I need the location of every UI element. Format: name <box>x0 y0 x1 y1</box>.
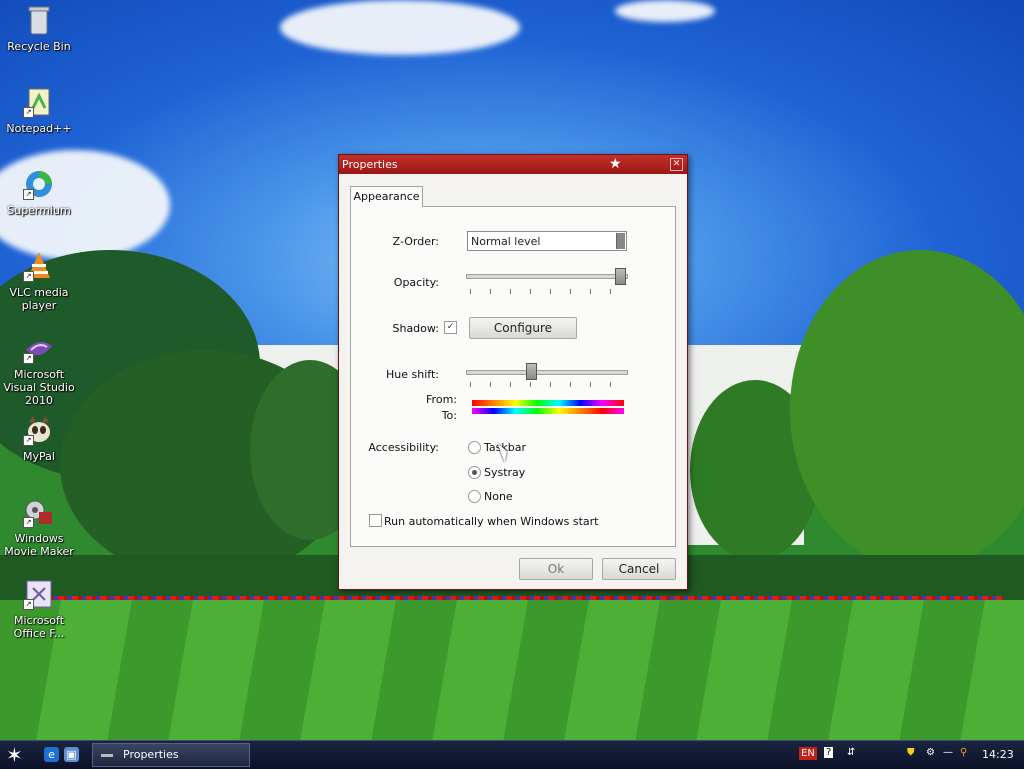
wallpaper-lawn <box>0 600 1024 745</box>
desktop-icon-label: Microsoft Visual Studio 2010 <box>3 368 75 407</box>
properties-dialog: Properties ★ ✕ Appearance Z-Order: Norma… <box>338 154 688 590</box>
dialog-titlebar[interactable]: Properties ★ ✕ <box>339 155 687 174</box>
desktop-icon-recycle-bin[interactable]: Recycle Bin <box>0 4 78 53</box>
supermium-icon: ↗ <box>23 168 55 200</box>
help-icon[interactable]: ? <box>824 747 834 758</box>
shortcut-arrow-icon: ↗ <box>23 271 34 282</box>
run-automatically-label[interactable]: Run automatically when Windows start <box>384 515 599 528</box>
security-shield-icon[interactable]: ⛊ <box>907 747 915 758</box>
network-icon[interactable]: ⇵ <box>847 747 855 758</box>
desktop-icon-label: MyPal <box>23 450 55 463</box>
ok-button[interactable]: Ok <box>519 558 593 580</box>
desktop-icon-label: Windows Movie Maker <box>4 532 74 558</box>
shadow-label: Shadow: <box>392 322 439 335</box>
shortcut-arrow-icon: ↗ <box>23 353 34 364</box>
star-icon[interactable]: ★ <box>609 156 622 172</box>
office-icon: ↗ <box>23 578 55 610</box>
dialog-client-area: Appearance Z-Order: Normal level Opacity… <box>339 174 687 589</box>
desktop-icon-label: Recycle Bin <box>7 40 71 53</box>
shortcut-arrow-icon: ↗ <box>23 107 34 118</box>
configure-button[interactable]: Configure <box>469 317 577 339</box>
opacity-slider-track[interactable] <box>466 274 628 279</box>
shortcut-arrow-icon: ↗ <box>23 435 34 446</box>
dialog-title: Properties <box>342 158 398 171</box>
desktop-icon-label: Supermium <box>7 204 71 217</box>
desktop-icon-vlc[interactable]: ↗ VLC media player <box>0 250 78 312</box>
internet-explorer-icon[interactable]: e <box>44 747 59 762</box>
desktop-icon-label: Notepad++ <box>6 122 72 135</box>
taskbar-window-title: Properties <box>123 748 179 761</box>
none-radio[interactable] <box>468 490 481 503</box>
start-button[interactable]: ✶ <box>6 743 23 767</box>
z-order-label: Z-Order: <box>392 235 439 248</box>
to-label: To: <box>441 409 457 422</box>
accessibility-label: Accessibility: <box>368 441 439 454</box>
desktop-icon-movie-maker[interactable]: ↗ Windows Movie Maker <box>0 496 78 558</box>
system-clock[interactable]: 14:23 <box>982 748 1014 761</box>
z-order-combobox[interactable]: Normal level <box>467 231 627 251</box>
shadow-checkbox[interactable]: ✓ <box>444 321 457 334</box>
shortcut-arrow-icon: ↗ <box>23 599 34 610</box>
none-radio-label[interactable]: None <box>484 490 513 503</box>
to-hue-gradient <box>472 408 624 414</box>
opacity-slider-ticks <box>470 289 625 294</box>
shortcut-arrow-icon: ↗ <box>23 189 34 200</box>
wallpaper-cloud <box>280 0 520 55</box>
desktop-icon-label: VLC media player <box>9 286 69 312</box>
recycle-bin-icon <box>23 4 55 36</box>
run-automatically-checkbox[interactable] <box>369 514 382 527</box>
close-button[interactable]: ✕ <box>670 158 683 171</box>
opacity-slider-thumb[interactable] <box>615 268 626 285</box>
desktop-icon-mypal[interactable]: ↗ MyPal <box>0 414 78 463</box>
cancel-button[interactable]: Cancel <box>602 558 676 580</box>
from-label: From: <box>426 393 457 406</box>
mypal-icon: ↗ <box>23 414 55 446</box>
desktop-icon-supermium[interactable]: ↗ Supermium <box>0 168 78 217</box>
wallpaper-cloud <box>615 0 715 22</box>
taskbar-window-button[interactable]: Properties <box>92 743 250 767</box>
hue-shift-slider-ticks <box>470 382 625 387</box>
desktop-icon-office[interactable]: ↗ Microsoft Office F... <box>0 578 78 640</box>
desktop-icon-visual-studio[interactable]: ↗ Microsoft Visual Studio 2010 <box>0 332 78 407</box>
hue-shift-slider-thumb[interactable] <box>525 363 537 380</box>
from-hue-gradient <box>472 400 624 406</box>
taskbar-radio[interactable] <box>468 441 481 454</box>
combo-dropdown-button[interactable] <box>616 233 625 249</box>
desktop-icon-notepad-plus-plus[interactable]: ↗ Notepad++ <box>0 86 78 135</box>
taskbar: ✶ e ▣ Properties EN ? ⇵ ⛊ ⚙ — ⚲ 14:23 <box>0 740 1024 769</box>
language-indicator[interactable]: EN <box>799 747 817 760</box>
hue-shift-slider-track[interactable] <box>466 370 628 375</box>
notepad-plus-plus-icon: ↗ <box>23 86 55 118</box>
show-desktop-icon[interactable]: ▣ <box>64 747 79 762</box>
search-icon[interactable]: ⚲ <box>960 747 967 758</box>
window-icon <box>101 754 113 757</box>
appearance-panel: Z-Order: Normal level Opacity: Shadow: ✓… <box>350 206 676 547</box>
desktop-icon-label: Microsoft Office F... <box>13 614 65 640</box>
tab-appearance[interactable]: Appearance <box>350 186 423 207</box>
settings-gear-icon[interactable]: ⚙ <box>926 747 935 758</box>
systray-radio-label[interactable]: Systray <box>484 466 525 479</box>
movie-maker-icon: ↗ <box>23 496 55 528</box>
visual-studio-icon: ↗ <box>23 332 55 364</box>
shortcut-arrow-icon: ↗ <box>23 517 34 528</box>
opacity-label: Opacity: <box>393 276 439 289</box>
hue-shift-label: Hue shift: <box>386 368 439 381</box>
volume-icon[interactable]: — <box>943 747 953 758</box>
systray-radio[interactable] <box>468 466 481 479</box>
vlc-icon: ↗ <box>23 250 55 282</box>
z-order-value: Normal level <box>471 235 541 248</box>
